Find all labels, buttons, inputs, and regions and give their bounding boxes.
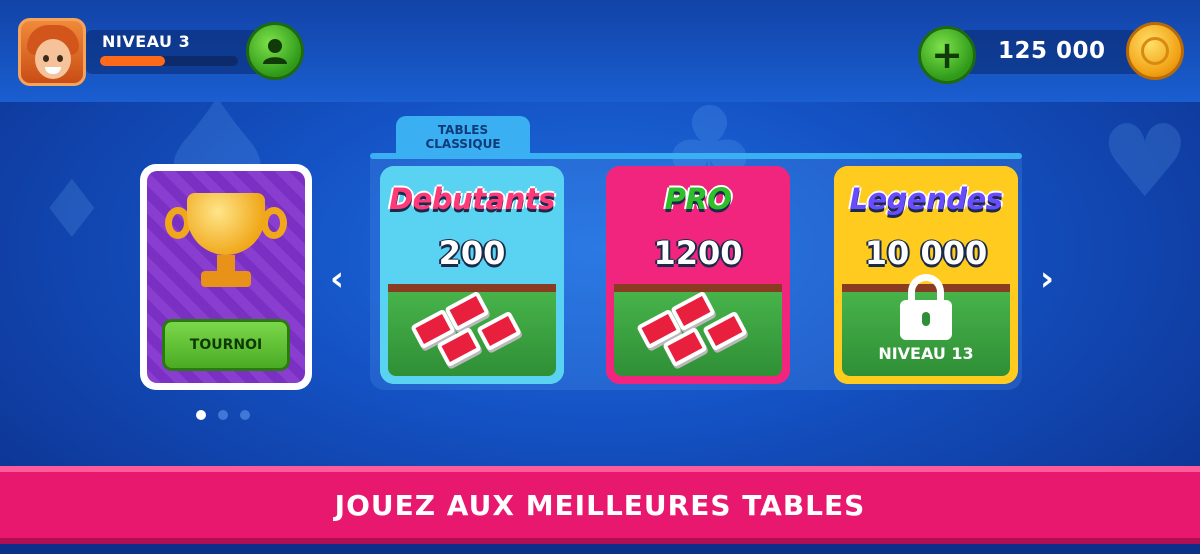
coin-balance: 125 000 <box>998 38 1106 64</box>
xp-progress-fill <box>100 56 165 66</box>
table-buyin: 10 000 <box>864 234 988 272</box>
pagination-dots <box>196 410 250 420</box>
coin-icon <box>1126 22 1184 80</box>
pagination-dot[interactable] <box>196 410 206 420</box>
section-divider <box>370 153 1022 159</box>
tournament-button[interactable]: TOURNOI <box>162 319 290 371</box>
xp-progress-bar <box>100 56 238 66</box>
add-coins-button[interactable]: + <box>918 26 976 84</box>
background-heart-icon: ♥ <box>1100 103 1190 220</box>
player-avatar[interactable] <box>18 18 86 86</box>
required-level: NIVEAU 13 <box>878 344 974 363</box>
background-diamond-icon: ♦ <box>36 163 108 256</box>
table-buyin: 1200 <box>653 234 743 272</box>
tournament-card[interactable]: TOURNOI <box>140 164 312 390</box>
table-title: Debutants <box>389 182 555 216</box>
user-icon <box>263 39 287 64</box>
table-title: PRO <box>664 182 732 216</box>
table-buyin: 200 <box>438 234 506 272</box>
chevron-right-icon[interactable]: › <box>1040 262 1054 296</box>
lock-icon <box>900 274 952 340</box>
pagination-dot[interactable] <box>240 410 250 420</box>
section-tab-line2: CLASSIQUE <box>425 137 501 151</box>
table-title: Legendes <box>849 182 1003 216</box>
chevron-left-icon[interactable]: ‹ <box>330 262 344 296</box>
profile-button[interactable] <box>246 22 304 80</box>
table-card-debutants[interactable]: Debutants 200 <box>380 166 564 384</box>
table-card-legendes[interactable]: Legendes 10 000 NIVEAU 13 <box>834 166 1018 384</box>
player-level: NIVEAU 3 <box>102 32 191 51</box>
promo-banner-text: JOUEZ AUX MEILLEURES TABLES <box>334 488 866 522</box>
plus-icon: + <box>931 33 963 77</box>
bottom-strip <box>0 544 1200 554</box>
section-tab-line1: TABLES <box>437 123 489 137</box>
table-card-pro[interactable]: PRO 1200 <box>606 166 790 384</box>
pagination-dot[interactable] <box>218 410 228 420</box>
promo-banner: JOUEZ AUX MEILLEURES TABLES <box>0 466 1200 544</box>
section-tab-tables-classique: TABLES CLASSIQUE <box>396 116 530 158</box>
